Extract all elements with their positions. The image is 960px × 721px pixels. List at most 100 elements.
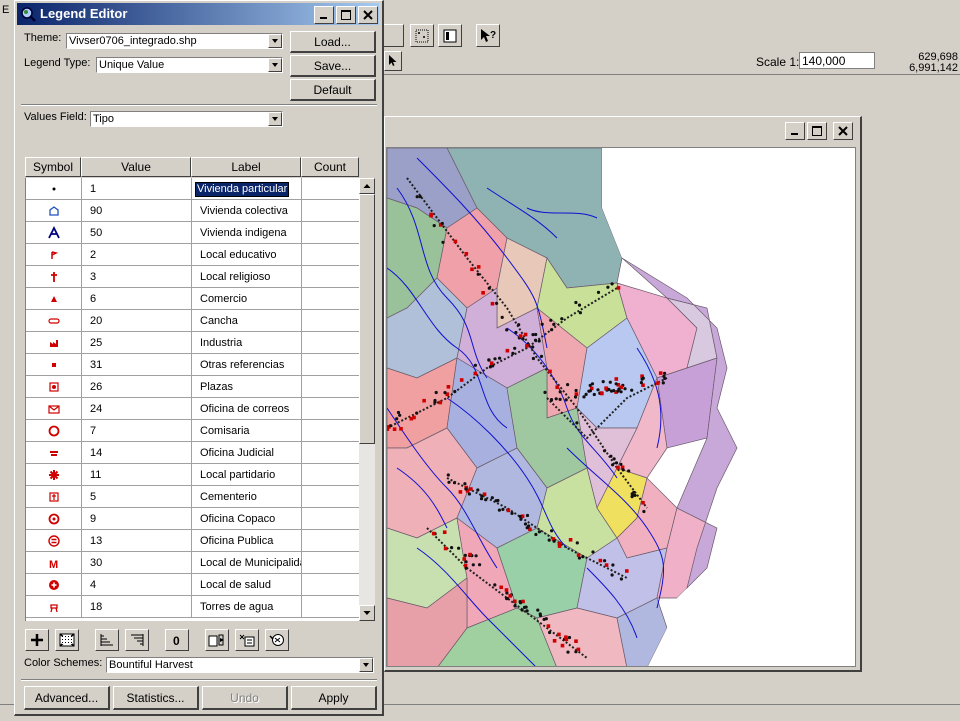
- maximize-icon[interactable]: [807, 122, 827, 140]
- legend-row[interactable]: 1 Vivienda particular: [26, 178, 359, 200]
- sort-ascending-icon[interactable]: [95, 629, 119, 651]
- chevron-down-icon[interactable]: [268, 112, 282, 126]
- row-label[interactable]: Otras referencias: [192, 354, 302, 376]
- row-label[interactable]: Comercio: [192, 288, 302, 310]
- legend-row[interactable]: 3 Local religioso: [26, 266, 359, 288]
- minimize-icon[interactable]: [785, 122, 805, 140]
- scroll-up-icon[interactable]: [359, 178, 375, 194]
- row-value[interactable]: 20: [82, 310, 192, 332]
- row-count[interactable]: [302, 596, 359, 618]
- envelope-icon[interactable]: [26, 398, 82, 420]
- row-label[interactable]: Oficina Copaco: [192, 508, 302, 530]
- undo-button[interactable]: Undo: [202, 686, 288, 710]
- legend-row[interactable]: 7 Comisaria: [26, 420, 359, 442]
- row-value[interactable]: 30: [82, 552, 192, 574]
- legend-table[interactable]: 1 Vivienda particular 90 Vivienda colectiva…: [25, 178, 359, 621]
- row-count[interactable]: [302, 530, 359, 552]
- legend-row[interactable]: 14 Oficina Judicial: [26, 442, 359, 464]
- row-count[interactable]: [302, 332, 359, 354]
- legend-row[interactable]: 20 Cancha: [26, 310, 359, 332]
- menu-item-fragment[interactable]: E: [2, 4, 9, 16]
- star-icon[interactable]: [26, 464, 82, 486]
- legend-row[interactable]: 18 Torres de agua: [26, 596, 359, 618]
- police-icon[interactable]: [26, 420, 82, 442]
- symbol-palette-icon[interactable]: [265, 629, 289, 651]
- column-header-count[interactable]: Count: [301, 157, 359, 177]
- row-value[interactable]: 2: [82, 244, 192, 266]
- legend-row[interactable]: 24 Oficina de correos: [26, 398, 359, 420]
- row-count[interactable]: [302, 420, 359, 442]
- row-count[interactable]: [302, 376, 359, 398]
- row-count[interactable]: [302, 442, 359, 464]
- load-button[interactable]: Load...: [290, 31, 376, 53]
- municipality-icon[interactable]: M: [26, 552, 82, 574]
- row-count[interactable]: [302, 508, 359, 530]
- row-value[interactable]: 7: [82, 420, 192, 442]
- indigenous-house-icon[interactable]: [26, 222, 82, 244]
- legend-row[interactable]: 4 Local de salud: [26, 574, 359, 596]
- legend-row[interactable]: 26 Plazas: [26, 376, 359, 398]
- row-count[interactable]: [302, 200, 359, 222]
- map-view-window[interactable]: [384, 116, 862, 672]
- scroll-thumb[interactable]: [359, 194, 375, 444]
- row-value[interactable]: 3: [82, 266, 192, 288]
- sort-descending-icon[interactable]: [125, 629, 149, 651]
- legend-row[interactable]: 50 Vivienda indigena: [26, 222, 359, 244]
- select-features-icon[interactable]: [410, 24, 434, 47]
- square-icon[interactable]: [26, 354, 82, 376]
- row-count[interactable]: [302, 178, 359, 200]
- close-icon[interactable]: [358, 6, 378, 24]
- pointer-tool-icon[interactable]: [384, 51, 402, 71]
- row-count[interactable]: [302, 244, 359, 266]
- layout-icon[interactable]: [438, 24, 462, 47]
- row-value[interactable]: 50: [82, 222, 192, 244]
- minimize-icon[interactable]: [314, 6, 334, 24]
- legend-row[interactable]: 31 Otras referencias: [26, 354, 359, 376]
- null-value-icon[interactable]: 0: [165, 629, 189, 651]
- row-label[interactable]: Plazas: [192, 376, 302, 398]
- delete-class-icon[interactable]: [55, 629, 79, 651]
- row-value[interactable]: 9: [82, 508, 192, 530]
- row-count[interactable]: [302, 486, 359, 508]
- row-value[interactable]: 18: [82, 596, 192, 618]
- statistics-button[interactable]: Statistics...: [113, 686, 199, 710]
- public-office-icon[interactable]: [26, 530, 82, 552]
- scale-input[interactable]: 140,000: [799, 52, 875, 69]
- row-count[interactable]: [302, 398, 359, 420]
- row-count[interactable]: [302, 288, 359, 310]
- row-label[interactable]: Oficina Publica: [192, 530, 302, 552]
- row-count[interactable]: [302, 222, 359, 244]
- cemetery-icon[interactable]: [26, 486, 82, 508]
- legend-row[interactable]: 11 Local partidario: [26, 464, 359, 486]
- close-icon[interactable]: [833, 122, 853, 140]
- row-count[interactable]: [302, 310, 359, 332]
- column-header-label[interactable]: Label: [191, 157, 301, 177]
- row-label[interactable]: Local partidario: [192, 464, 302, 486]
- row-label[interactable]: Cancha: [192, 310, 302, 332]
- apply-button[interactable]: Apply: [291, 686, 377, 710]
- row-value[interactable]: 4: [82, 574, 192, 596]
- legend-type-dropdown[interactable]: Unique Value: [96, 57, 283, 73]
- row-value[interactable]: 11: [82, 464, 192, 486]
- row-label[interactable]: Oficina de correos: [192, 398, 302, 420]
- legend-row[interactable]: 6 Comercio: [26, 288, 359, 310]
- theme-dropdown[interactable]: Vivser0706_integrado.shp: [66, 33, 283, 49]
- row-label[interactable]: Vivienda indigena: [192, 222, 302, 244]
- row-count[interactable]: [302, 266, 359, 288]
- row-label[interactable]: Local religioso: [192, 266, 302, 288]
- row-label[interactable]: Comisaria: [192, 420, 302, 442]
- row-label-editing[interactable]: Vivienda particular: [192, 178, 302, 200]
- legend-row[interactable]: 25 Industria: [26, 332, 359, 354]
- label-edit-field[interactable]: Vivienda particular: [195, 182, 290, 197]
- row-value[interactable]: 25: [82, 332, 192, 354]
- row-label[interactable]: Torres de agua: [192, 596, 302, 618]
- values-field-dropdown[interactable]: Tipo: [90, 111, 283, 127]
- school-icon[interactable]: [26, 244, 82, 266]
- row-count[interactable]: [302, 574, 359, 596]
- water-tower-icon[interactable]: [26, 596, 82, 618]
- house-icon[interactable]: [26, 200, 82, 222]
- health-icon[interactable]: [26, 574, 82, 596]
- add-class-icon[interactable]: [25, 629, 49, 651]
- legend-row[interactable]: M 30 Local de Municipalida: [26, 552, 359, 574]
- triangle-icon[interactable]: [26, 288, 82, 310]
